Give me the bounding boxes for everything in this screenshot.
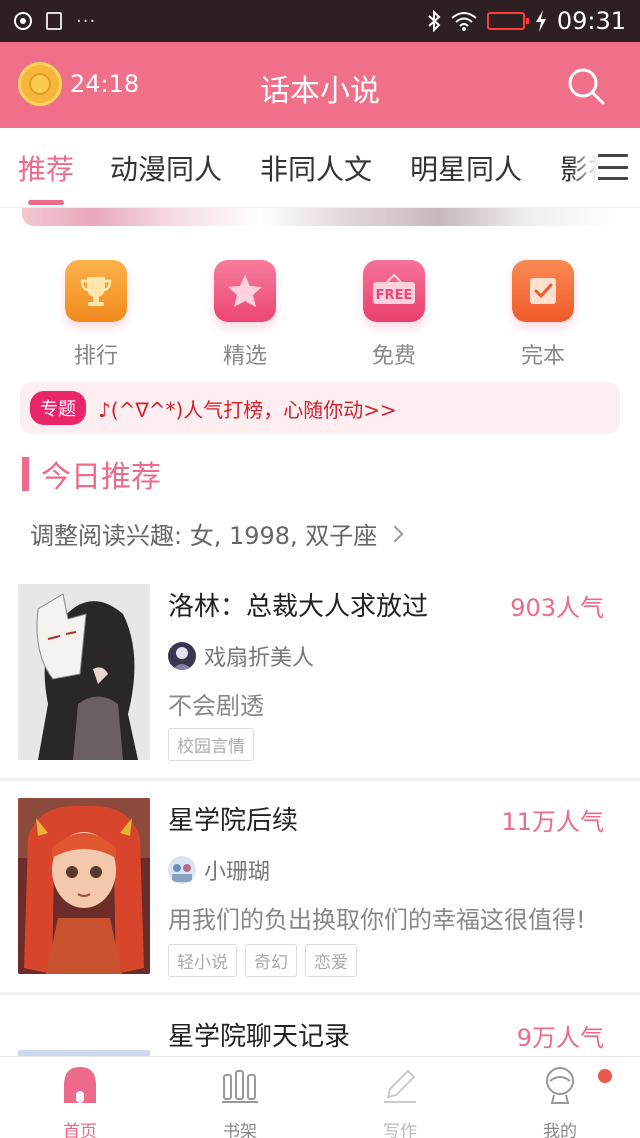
trophy-icon	[65, 260, 127, 322]
book-popularity: 9万人气	[516, 1024, 604, 1052]
star-icon	[214, 260, 276, 322]
page-title: 话本小说	[260, 74, 380, 109]
topic-badge: 专题	[30, 391, 86, 425]
app-header: 24:18 话本小说	[0, 42, 640, 128]
charging-icon	[535, 10, 546, 32]
wifi-icon	[451, 12, 477, 31]
book-popularity: 903人气	[510, 594, 604, 622]
book-card[interactable]: 洛林：总裁大人求放过 903人气 戏扇折美人 不会剧透 校园言情	[0, 584, 640, 778]
book-tag[interactable]: 校园言情	[168, 728, 254, 761]
tab-anime-fanfic[interactable]: 动漫同人	[110, 148, 222, 188]
home-icon	[64, 1067, 96, 1103]
section-header: 今日推荐	[22, 454, 161, 495]
interest-text: 调整阅读兴趣: 女, 1998, 双子座	[30, 522, 378, 550]
pen-icon	[384, 1069, 416, 1103]
author-avatar	[168, 642, 196, 670]
search-icon[interactable]	[566, 66, 606, 106]
svg-text:FREE: FREE	[376, 288, 413, 303]
quick-label: 精选	[222, 344, 267, 369]
book-author-row: 小珊瑚	[168, 854, 270, 886]
book-popularity: 11万人气	[501, 808, 604, 836]
record-icon	[14, 12, 32, 30]
book-author-row: 戏扇折美人	[168, 640, 314, 672]
book-title: 星学院后续	[168, 806, 299, 836]
bookshelf-icon	[222, 1070, 258, 1103]
tab-original[interactable]: 非同人文	[260, 148, 372, 188]
bluetooth-icon	[428, 10, 441, 32]
quick-featured[interactable]: 精选	[195, 260, 295, 370]
book-card[interactable]: 星学院聊天记录 9万人气	[0, 1014, 640, 1056]
book-tag[interactable]: 奇幻	[245, 944, 297, 977]
banner-image[interactable]	[22, 208, 618, 226]
chevron-right-icon	[386, 525, 404, 542]
menu-icon[interactable]	[598, 154, 628, 180]
tab-celebrity-fanfic[interactable]: 明星同人	[410, 148, 522, 188]
profile-icon	[546, 1067, 574, 1104]
free-tag-icon: FREE	[363, 260, 425, 322]
quick-free[interactable]: FREE 免费	[344, 260, 444, 370]
adjust-interest-link[interactable]: 调整阅读兴趣: 女, 1998, 双子座	[30, 516, 404, 551]
book-tags: 校园言情	[168, 728, 254, 761]
nav-home[interactable]: 首页	[40, 1065, 120, 1138]
battery-icon	[486, 12, 529, 30]
topic-notice[interactable]: 专题 ♪(^∇^*)人气打榜，心随你动>>	[20, 382, 620, 434]
quick-ranking[interactable]: 排行	[46, 260, 146, 370]
book-tag[interactable]: 轻小说	[168, 944, 237, 977]
book-author: 小珊瑚	[204, 860, 271, 885]
book-description: 用我们的负出换取你们的幸福这很值得!	[168, 906, 586, 934]
nav-label: 首页	[63, 1122, 97, 1138]
book-tags: 轻小说 奇幻 恋爱	[168, 944, 357, 977]
author-avatar	[168, 856, 196, 884]
nav-profile[interactable]: 我的	[520, 1065, 600, 1138]
nav-label: 书架	[223, 1122, 257, 1138]
tab-recommend[interactable]: 推荐	[18, 148, 74, 188]
nav-bookshelf[interactable]: 书架	[200, 1065, 280, 1138]
notice-text: ♪(^∇^*)人气打榜，心随你动>>	[98, 397, 397, 422]
quick-label: 免费	[371, 344, 416, 369]
active-tab-indicator	[28, 200, 64, 205]
bottom-nav: 首页 书架 写作 我的	[0, 1056, 640, 1138]
check-note-icon	[512, 260, 574, 322]
book-card[interactable]: 星学院后续 11万人气 小珊瑚 用我们的负出换取你们的幸福这很值得! 轻小说 奇…	[0, 798, 640, 992]
book-cover	[18, 798, 150, 974]
status-bar: ··· 09:31	[0, 0, 640, 42]
status-more-dots: ···	[76, 10, 97, 32]
quick-label: 完本	[520, 344, 565, 369]
image-icon	[46, 12, 62, 30]
book-cover	[18, 584, 150, 760]
nav-label: 我的	[543, 1122, 577, 1138]
book-description: 不会剧透	[168, 692, 264, 720]
nav-label: 写作	[383, 1122, 417, 1138]
book-author: 戏扇折美人	[204, 646, 315, 671]
nav-write[interactable]: 写作	[360, 1065, 440, 1138]
book-tag[interactable]: 恋爱	[305, 944, 357, 977]
category-tabs: 推荐 动漫同人 非同人文 明星同人 影视	[0, 128, 640, 208]
quick-completed[interactable]: 完本	[493, 260, 593, 370]
book-title: 星学院聊天记录	[168, 1022, 351, 1052]
quick-label: 排行	[73, 344, 118, 369]
notification-dot	[598, 1069, 612, 1083]
book-title: 洛林：总裁大人求放过	[168, 592, 429, 622]
clock-time: 09:31	[556, 7, 626, 35]
quick-entries: 排行 精选 FREE 免费 完本	[0, 260, 640, 370]
section-title: 今日推荐	[41, 460, 161, 495]
